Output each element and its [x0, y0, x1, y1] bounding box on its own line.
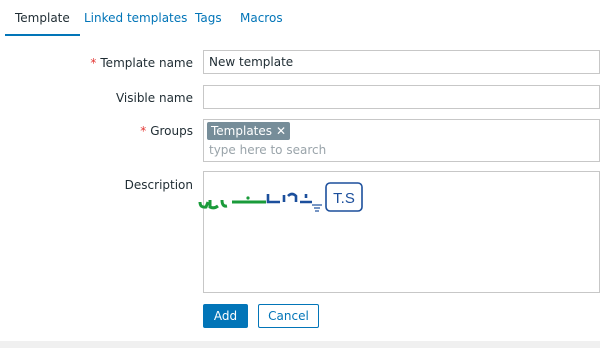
required-marker: *	[140, 124, 147, 138]
cancel-button[interactable]: Cancel	[258, 304, 319, 328]
template-name-label: * Template name	[90, 56, 193, 70]
add-button[interactable]: Add	[203, 304, 248, 328]
remove-tag-icon[interactable]: ✕	[276, 122, 286, 140]
tab-macros[interactable]: Macros	[240, 0, 283, 34]
template-form: * Template name New template Visible name…	[0, 36, 600, 341]
tab-bar: Template Linked templates Tags Macros	[0, 0, 600, 37]
logo-ts-text: T.S	[333, 190, 355, 207]
tehran-server-logo: T.S	[198, 182, 363, 212]
template-name-label-text: Template name	[100, 56, 193, 70]
description-label: Description	[124, 178, 193, 192]
description-textarea[interactable]: T.S	[198, 171, 600, 293]
groups-label-text: Groups	[150, 124, 193, 138]
visible-name-label: Visible name	[115, 91, 193, 105]
group-tag-label: Templates	[211, 124, 273, 138]
tab-linked-templates[interactable]: Linked templates	[84, 0, 187, 34]
groups-search-input[interactable]: type here to search	[209, 143, 326, 157]
groups-label: * Groups	[140, 124, 193, 138]
page-bottom-gap	[0, 341, 600, 348]
visible-name-input[interactable]	[203, 85, 600, 109]
groups-multiselect[interactable]: Templates ✕ type here to search	[203, 119, 600, 162]
required-marker: *	[90, 56, 97, 70]
logo-persian-wordmark	[198, 192, 322, 212]
tab-tags[interactable]: Tags	[195, 0, 222, 34]
group-tag-templates: Templates ✕	[207, 122, 291, 140]
template-name-input[interactable]: New template	[203, 50, 600, 74]
tab-template[interactable]: Template	[5, 0, 80, 36]
